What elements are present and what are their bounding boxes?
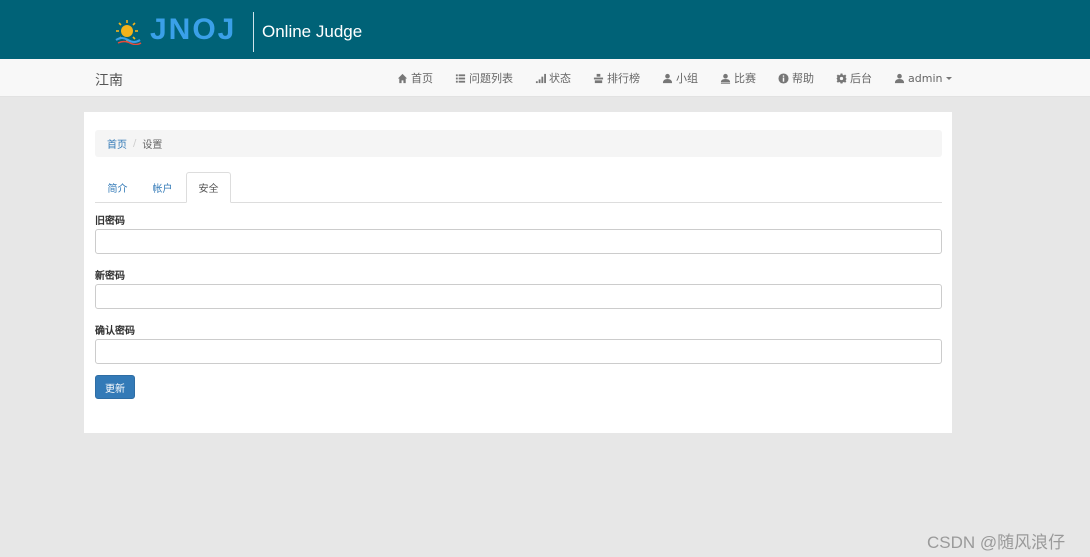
- tab-profile[interactable]: 简介: [95, 172, 140, 203]
- settings-panel: 首页 / 设置 简介 帐户 安全 旧密码 新密码 确认密码 更新: [84, 112, 952, 433]
- nav-item-label: 排行榜: [607, 72, 640, 85]
- nav-menu: 首页 问题列表 状态 排行榜 小组 比赛 帮助 后台 admin: [397, 59, 974, 97]
- breadcrumb: 首页 / 设置: [95, 130, 942, 157]
- home-icon: [397, 73, 408, 83]
- nav-item-label: 问题列表: [469, 72, 513, 85]
- nav-item-label: 比赛: [734, 72, 756, 85]
- user-icon: [894, 73, 905, 83]
- watermark: CSDN @随风浪仔: [927, 533, 1066, 552]
- new-password-field[interactable]: [95, 284, 942, 309]
- podium-icon: [593, 73, 604, 83]
- tab-security[interactable]: 安全: [186, 172, 231, 203]
- nav-item-problems[interactable]: 问题列表: [455, 59, 513, 97]
- settings-tabs: 简介 帐户 安全: [95, 172, 942, 203]
- nav-item-help[interactable]: 帮助: [778, 59, 814, 97]
- sun-logo-icon: [115, 20, 142, 45]
- nav-item-status[interactable]: 状态: [535, 59, 571, 97]
- old-password-label: 旧密码: [95, 216, 125, 227]
- old-password-field[interactable]: [95, 229, 942, 254]
- main-navbar: 江南 首页 问题列表 状态 排行榜 小组 比赛 帮助 后台 admin: [0, 59, 1090, 97]
- nav-item-label: 后台: [850, 72, 872, 85]
- nav-item-home[interactable]: 首页: [397, 59, 433, 97]
- site-title[interactable]: Online Judge: [262, 22, 362, 42]
- update-button[interactable]: 更新: [95, 375, 135, 399]
- caret-down-icon: [946, 76, 953, 80]
- nav-item-label: 状态: [549, 72, 571, 85]
- nav-item-label: 小组: [676, 72, 698, 85]
- tab-account[interactable]: 帐户: [140, 172, 185, 203]
- list-icon: [455, 73, 466, 83]
- navbar-brand[interactable]: 江南: [95, 70, 123, 90]
- nav-item-user-menu[interactable]: admin: [894, 59, 953, 97]
- breadcrumb-home-link[interactable]: 首页: [107, 136, 127, 151]
- confirm-password-label: 确认密码: [95, 326, 135, 337]
- nav-item-ranklist[interactable]: 排行榜: [593, 59, 640, 97]
- signal-icon: [535, 73, 546, 83]
- logo-text: JNOJ: [150, 13, 237, 46]
- breadcrumb-separator: /: [133, 138, 137, 149]
- user-icon: [662, 73, 673, 83]
- site-logo[interactable]: JNOJ: [110, 11, 235, 49]
- confirm-password-field[interactable]: [95, 339, 942, 364]
- nav-item-label: admin: [908, 71, 943, 85]
- nav-item-label: 首页: [411, 72, 433, 85]
- site-header: JNOJ Online Judge: [0, 0, 1090, 59]
- header-divider: [253, 12, 254, 52]
- gear-icon: [836, 72, 847, 84]
- breadcrumb-current: 设置: [142, 140, 163, 151]
- nav-item-contests[interactable]: 比赛: [720, 59, 756, 97]
- new-password-label: 新密码: [95, 271, 125, 282]
- user-medal-icon: [720, 73, 731, 84]
- nav-item-admin-panel[interactable]: 后台: [836, 59, 872, 97]
- info-icon: [778, 72, 789, 84]
- nav-item-label: 帮助: [792, 72, 814, 85]
- nav-item-groups[interactable]: 小组: [662, 59, 698, 97]
